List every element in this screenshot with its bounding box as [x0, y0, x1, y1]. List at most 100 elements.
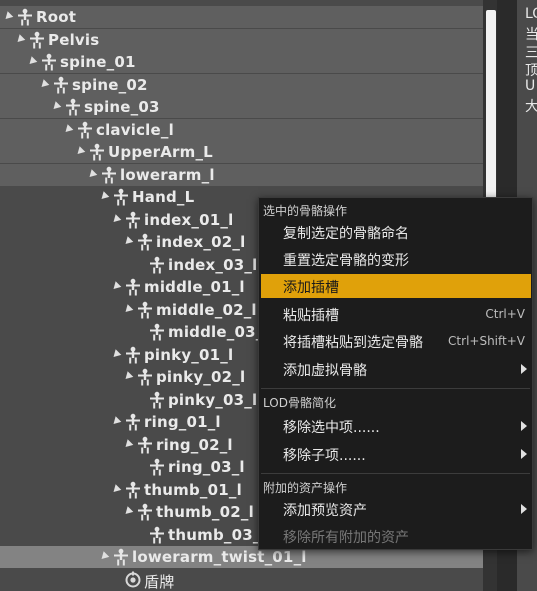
bone-icon — [148, 256, 166, 274]
menu-section-attached-assets: 附加的资产操作 — [263, 481, 348, 495]
bone-icon — [52, 76, 70, 94]
menu-item-label: 添加预览资产 — [283, 503, 367, 519]
tree-row-bone[interactable]: Pelvis — [0, 28, 483, 51]
expand-arrow-icon[interactable] — [110, 281, 122, 292]
bone-icon — [28, 31, 46, 49]
bone-icon — [136, 436, 154, 454]
tree-row-socket[interactable]: 盾牌 — [0, 569, 483, 591]
menu-item-remove-selected[interactable]: 移除选中项...... — [261, 414, 531, 438]
details-text: U — [525, 78, 536, 94]
bone-icon — [136, 301, 154, 319]
bone-icon — [124, 481, 142, 499]
bone-icon — [136, 503, 154, 521]
shortcut-label: Ctrl+Shift+V — [448, 334, 525, 348]
expand-arrow-icon[interactable] — [122, 506, 134, 517]
tree-node-label: index_02_l — [156, 233, 246, 251]
menu-item-add-preview-asset[interactable]: 添加预览资产 — [261, 497, 531, 521]
tree-row-bone[interactable]: spine_03 — [0, 96, 483, 118]
socket-icon — [124, 571, 142, 589]
bone-icon — [124, 278, 142, 296]
tree-row-bone[interactable]: Root — [0, 6, 483, 28]
bone-icon — [100, 166, 118, 184]
expand-arrow-icon[interactable] — [2, 11, 14, 22]
bone-icon — [16, 8, 34, 26]
menu-section-selected-bone: 选中的骨骼操作 — [263, 204, 348, 218]
details-text: 大 — [525, 99, 537, 115]
tree-node-label: ring_01_l — [144, 413, 221, 431]
bone-icon — [88, 143, 106, 161]
scrollbar-thumb[interactable] — [486, 10, 496, 200]
menu-item-remove-all-attached: 移除所有附加的资产 — [261, 524, 531, 548]
submenu-arrow-icon — [521, 364, 527, 374]
tree-node-label: spine_02 — [72, 75, 148, 94]
menu-item-label: 添加虚拟骨骼 — [283, 363, 367, 379]
tree-node-label: lowerarm_l — [120, 165, 215, 184]
expand-arrow-icon[interactable] — [110, 213, 122, 225]
tree-row-bone[interactable]: spine_01 — [0, 51, 483, 73]
expand-arrow-icon[interactable] — [62, 123, 74, 135]
expand-arrow-icon[interactable] — [98, 191, 110, 202]
tree-node-label: thumb_02_l — [156, 503, 254, 521]
tree-node-label: UpperArm_L — [108, 143, 213, 161]
tree-node-label: middle_01_l — [144, 278, 245, 296]
menu-item-label: 复制选定的骨骼命名 — [283, 226, 409, 242]
tree-node-label: index_03_l — [168, 255, 258, 274]
tree-node-label: 盾牌 — [144, 572, 175, 591]
tree-row-bone[interactable]: lowerarm_l — [0, 163, 483, 186]
expand-arrow-icon[interactable] — [122, 371, 134, 382]
details-text: 顶 — [525, 63, 537, 79]
menu-item-remove-children[interactable]: 移除子项...... — [261, 442, 531, 466]
details-text: LO — [525, 6, 537, 22]
expand-arrow-icon[interactable] — [98, 551, 110, 562]
bone-icon — [64, 98, 82, 116]
tree-row-bone[interactable]: clavicle_l — [0, 118, 483, 141]
tree-node-label: middle_02_l — [156, 300, 257, 319]
bone-icon — [148, 526, 166, 544]
submenu-arrow-icon — [521, 449, 527, 459]
menu-item-paste-socket[interactable]: 粘贴插槽 Ctrl+V — [261, 302, 531, 326]
expand-arrow-icon[interactable] — [38, 78, 50, 90]
tree-row-bone[interactable]: spine_02 — [0, 73, 483, 96]
menu-item-copy-bone-names[interactable]: 复制选定的骨骼命名 — [261, 220, 531, 244]
tree-node-label: middle_03_l — [168, 323, 269, 341]
expand-arrow-icon[interactable] — [110, 348, 122, 360]
menu-separator — [261, 473, 530, 474]
tree-node-label: thumb_01_l — [144, 480, 242, 499]
bone-icon — [124, 413, 142, 431]
bone-icon — [124, 211, 142, 229]
menu-item-add-virtual-bone[interactable]: 添加虚拟骨骼 — [261, 357, 531, 381]
tree-node-label: ring_03_l — [168, 458, 245, 476]
menu-item-paste-socket-to-bone[interactable]: 将插槽粘贴到选定骨骼 Ctrl+Shift+V — [261, 329, 531, 353]
menu-item-add-socket[interactable]: 添加插槽 — [261, 274, 531, 298]
bone-icon — [76, 121, 94, 139]
submenu-arrow-icon — [521, 504, 527, 514]
tree-node-label: thumb_03_l — [168, 525, 266, 544]
bone-icon — [136, 233, 154, 251]
tree-node-label: spine_01 — [60, 53, 136, 71]
shortcut-label: Ctrl+V — [485, 307, 525, 321]
expand-arrow-icon[interactable] — [50, 101, 62, 112]
expand-arrow-icon[interactable] — [122, 236, 134, 247]
tree-node-label: clavicle_l — [96, 120, 174, 139]
expand-arrow-icon[interactable] — [14, 33, 26, 45]
expand-arrow-icon[interactable] — [26, 56, 38, 67]
expand-arrow-icon[interactable] — [74, 146, 86, 157]
tree-node-label: Hand_L — [132, 188, 195, 206]
tree-row-bone[interactable]: UpperArm_L — [0, 141, 483, 163]
tree-node-label: pinky_01_l — [144, 345, 234, 364]
menu-item-label: 重置选定骨骼的变形 — [283, 253, 409, 269]
menu-item-reset-bone-transform[interactable]: 重置选定骨骼的变形 — [261, 247, 531, 271]
expand-arrow-icon[interactable] — [110, 416, 122, 427]
expand-arrow-icon[interactable] — [122, 438, 134, 450]
tree-node-label: pinky_03_l — [168, 390, 258, 409]
tree-node-label: spine_03 — [84, 98, 160, 116]
bone-icon — [40, 53, 58, 71]
menu-item-label: 粘贴插槽 — [283, 308, 339, 324]
expand-arrow-icon[interactable] — [122, 303, 134, 315]
bone-icon — [148, 391, 166, 409]
expand-arrow-icon[interactable] — [110, 483, 122, 495]
details-text: 三 — [525, 45, 537, 61]
menu-item-label: 将插槽粘贴到选定骨骼 — [283, 335, 423, 351]
expand-arrow-icon[interactable] — [86, 168, 98, 180]
menu-item-label: 添加插槽 — [283, 280, 339, 296]
